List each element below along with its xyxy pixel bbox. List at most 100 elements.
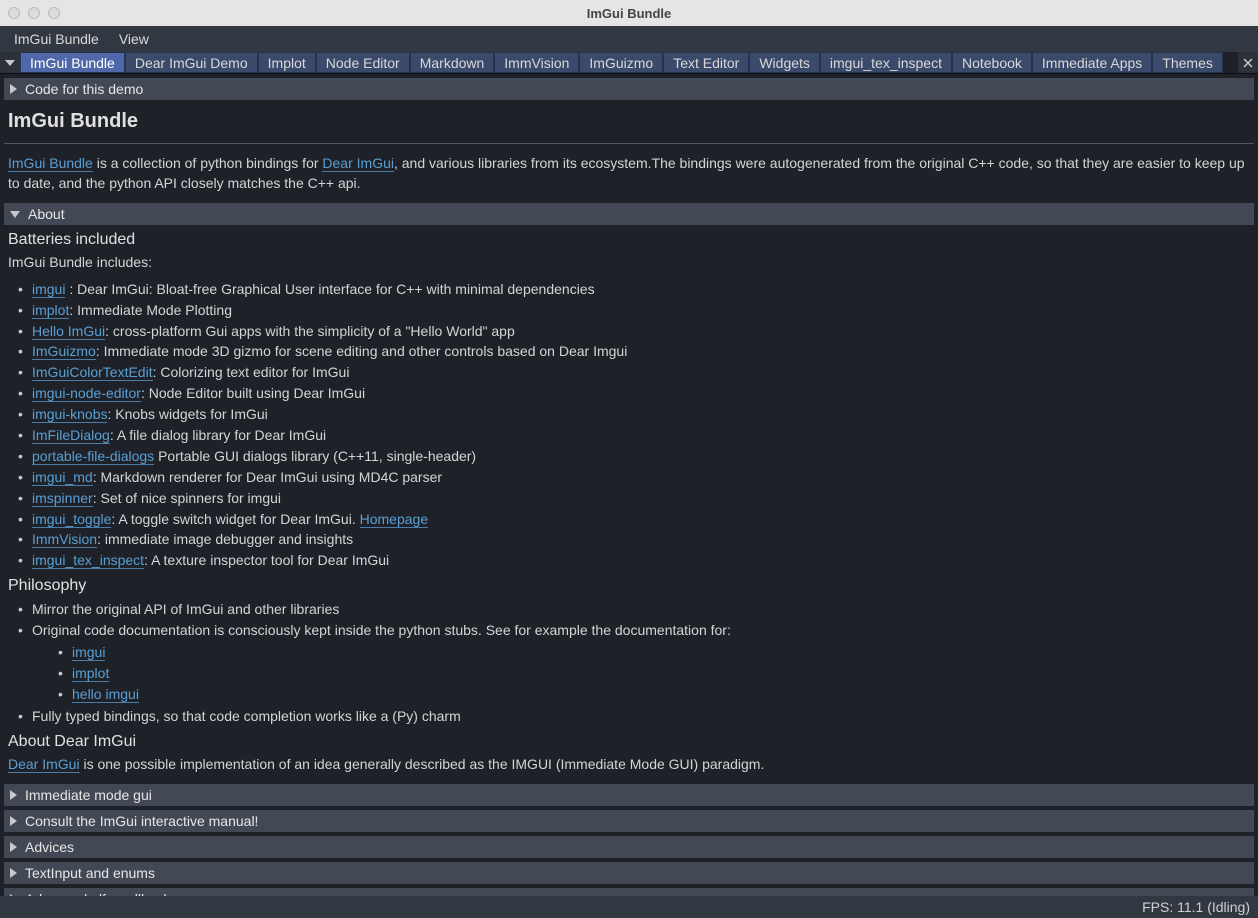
intro-paragraph: ImGui Bundle is a collection of python b…	[4, 154, 1254, 199]
link-implot[interactable]: implot	[32, 302, 69, 319]
link-imgui-knobs[interactable]: imgui-knobs	[32, 406, 107, 423]
list-item: ImGuiColorTextEdit: Colorizing text edit…	[18, 362, 1254, 383]
list-item: imgui_tex_inspect: A texture inspector t…	[18, 550, 1254, 571]
chevron-right-icon	[10, 842, 17, 852]
link-hello-imgui[interactable]: Hello ImGui	[32, 323, 105, 340]
lib-desc: : A toggle switch widget for Dear ImGui.	[111, 511, 359, 527]
tab-immediate-apps[interactable]: Immediate Apps	[1032, 52, 1152, 73]
tab-markdown[interactable]: Markdown	[410, 52, 495, 73]
lib-desc: : Markdown renderer for Dear ImGui using…	[93, 469, 442, 485]
collapse-immediate-mode[interactable]: Immediate mode gui	[4, 784, 1254, 806]
textinput-label: TextInput and enums	[25, 865, 155, 881]
collapse-consult-manual[interactable]: Consult the ImGui interactive manual!	[4, 810, 1254, 832]
tab-implot[interactable]: Implot	[258, 52, 316, 73]
tab-imgui-tex-inspect[interactable]: imgui_tex_inspect	[820, 52, 952, 73]
list-item: implot: Immediate Mode Plotting	[18, 300, 1254, 321]
link-dear-imgui[interactable]: Dear ImGui	[322, 155, 394, 172]
list-item: ImGuizmo: Immediate mode 3D gizmo for sc…	[18, 341, 1254, 362]
link-imgui-bundle[interactable]: ImGui Bundle	[8, 155, 93, 172]
link-imfiledialog[interactable]: ImFileDialog	[32, 427, 110, 444]
list-item: imgui-node-editor: Node Editor built usi…	[18, 383, 1254, 404]
link-dear-imgui-2[interactable]: Dear ImGui	[8, 756, 80, 773]
link-imgui[interactable]: imgui	[72, 644, 105, 661]
list-item: Hello ImGui: cross-platform Gui apps wit…	[18, 321, 1254, 342]
list-item: hello imgui	[58, 684, 1254, 705]
list-item: imgui-knobs: Knobs widgets for ImGui	[18, 404, 1254, 425]
link-imgui-toggle[interactable]: imgui_toggle	[32, 511, 111, 528]
lib-desc: : Dear ImGui: Bloat-free Graphical User …	[65, 281, 594, 297]
link-hello-imgui[interactable]: hello imgui	[72, 686, 139, 703]
menu-imgui-bundle[interactable]: ImGui Bundle	[6, 28, 107, 50]
philosophy-p2: Original code documentation is conscious…	[32, 622, 731, 638]
batteries-sub: ImGui Bundle includes:	[4, 253, 1254, 279]
collapse-about[interactable]: About	[4, 203, 1254, 225]
tab-imgui-bundle[interactable]: ImGui Bundle	[20, 52, 125, 73]
chevron-right-icon	[10, 816, 17, 826]
code-demo-label: Code for this demo	[25, 81, 143, 97]
chevron-down-icon	[10, 211, 20, 218]
link-imgui-node-editor[interactable]: imgui-node-editor	[32, 385, 141, 402]
collapse-advices[interactable]: Advices	[4, 836, 1254, 858]
lib-desc: : Colorizing text editor for ImGui	[153, 364, 350, 380]
tab-notebook[interactable]: Notebook	[952, 52, 1032, 73]
lib-desc: : cross-platform Gui apps with the simpl…	[105, 323, 515, 339]
list-item: imgui	[58, 642, 1254, 663]
lib-desc: Portable GUI dialogs library (C++11, sin…	[154, 448, 476, 464]
link-portable-file-dialogs[interactable]: portable-file-dialogs	[32, 448, 154, 465]
tab-themes[interactable]: Themes	[1152, 52, 1223, 73]
menu-view[interactable]: View	[111, 28, 157, 50]
immediate-mode-label: Immediate mode gui	[25, 787, 152, 803]
collapse-glfw[interactable]: Advanced glfw callbacks	[4, 888, 1254, 896]
list-item: Mirror the original API of ImGui and oth…	[18, 599, 1254, 620]
close-icon[interactable]	[1238, 52, 1258, 73]
link-immvision[interactable]: ImmVision	[32, 531, 97, 548]
link-imgui-tex-inspect[interactable]: imgui_tex_inspect	[32, 552, 144, 569]
menubar: ImGui Bundle View	[0, 26, 1258, 52]
tab-list-menu-icon[interactable]	[0, 52, 20, 73]
link-imgui[interactable]: imgui	[32, 281, 65, 298]
chevron-right-icon	[10, 868, 17, 878]
chevron-right-icon	[10, 790, 17, 800]
batteries-title: Batteries included	[4, 225, 1254, 253]
list-item: portable-file-dialogs Portable GUI dialo…	[18, 446, 1254, 467]
tab-imguizmo[interactable]: ImGuizmo	[579, 52, 663, 73]
lib-desc: : Immediate mode 3D gizmo for scene edit…	[96, 343, 628, 359]
about-dear-text: is one possible implementation of an ide…	[80, 756, 765, 772]
lib-desc: : Immediate Mode Plotting	[69, 302, 232, 318]
lib-desc: : immediate image debugger and insights	[97, 531, 353, 547]
tab-text-editor[interactable]: Text Editor	[663, 52, 749, 73]
link-imguicolortextedit[interactable]: ImGuiColorTextEdit	[32, 364, 153, 381]
link-imspinner[interactable]: imspinner	[32, 490, 93, 507]
tab-node-editor[interactable]: Node Editor	[316, 52, 410, 73]
libs-list: imgui : Dear ImGui: Bloat-free Graphical…	[4, 279, 1254, 571]
lib-desc: : A texture inspector tool for Dear ImGu…	[144, 552, 389, 568]
about-label: About	[28, 206, 65, 222]
collapse-code-demo[interactable]: Code for this demo	[4, 78, 1254, 100]
list-item: implot	[58, 663, 1254, 684]
tab-widgets[interactable]: Widgets	[749, 52, 820, 73]
about-dear-para: Dear ImGui is one possible implementatio…	[4, 755, 1254, 781]
link-imguizmo[interactable]: ImGuizmo	[32, 343, 96, 360]
page-title: ImGui Bundle	[4, 100, 1254, 139]
list-item: Fully typed bindings, so that code compl…	[18, 706, 1254, 727]
intro-text-1: is a collection of python bindings for	[93, 155, 323, 171]
list-item: imspinner: Set of nice spinners for imgu…	[18, 488, 1254, 509]
tab-immvision[interactable]: ImmVision	[494, 52, 579, 73]
philosophy-title: Philosophy	[4, 571, 1254, 599]
link-homepage[interactable]: Homepage	[360, 511, 429, 528]
philosophy-p1: Mirror the original API of ImGui and oth…	[32, 601, 339, 617]
window-title: ImGui Bundle	[0, 6, 1258, 21]
link-implot[interactable]: implot	[72, 665, 109, 682]
link-imgui-md[interactable]: imgui_md	[32, 469, 93, 486]
tabbar: ImGui BundleDear ImGui DemoImplotNode Ed…	[0, 52, 1258, 74]
content-area: Code for this demo ImGui Bundle ImGui Bu…	[0, 74, 1258, 896]
list-item: ImmVision: immediate image debugger and …	[18, 529, 1254, 550]
list-item: imgui_toggle: A toggle switch widget for…	[18, 509, 1254, 530]
philosophy-p3: Fully typed bindings, so that code compl…	[32, 708, 461, 724]
philosophy-sublist: imgui implot hello imgui	[32, 642, 1254, 705]
tab-dear-imgui-demo[interactable]: Dear ImGui Demo	[125, 52, 258, 73]
philosophy-list: Mirror the original API of ImGui and oth…	[4, 599, 1254, 726]
collapse-textinput[interactable]: TextInput and enums	[4, 862, 1254, 884]
statusbar: FPS: 11.1 (Idling)	[0, 896, 1258, 918]
list-item: ImFileDialog: A file dialog library for …	[18, 425, 1254, 446]
